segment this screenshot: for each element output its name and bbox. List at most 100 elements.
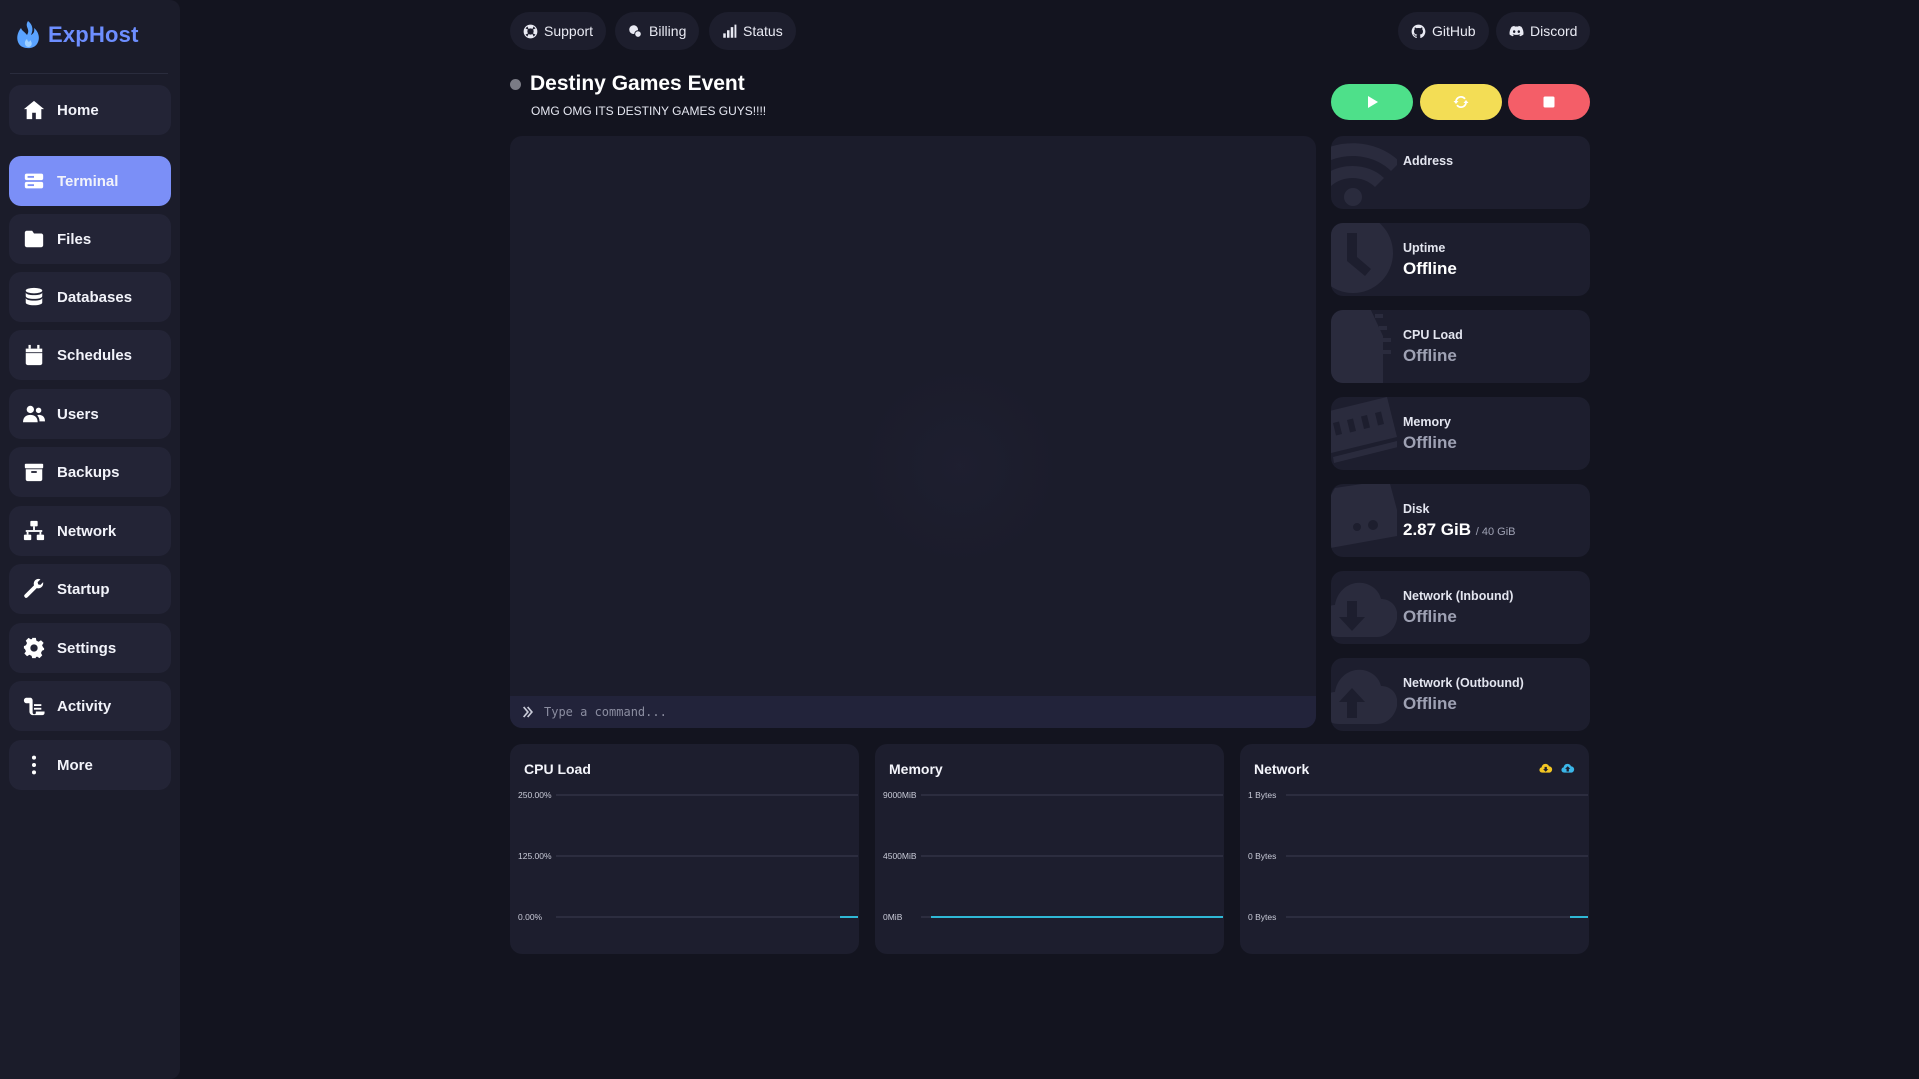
command-input[interactable] xyxy=(544,705,1264,719)
stat-value: Offline xyxy=(1403,433,1457,452)
stat-label: Uptime xyxy=(1403,241,1446,255)
sidebar-item-backups[interactable]: Backups xyxy=(9,447,171,497)
y-tick-label: 250.00% xyxy=(518,790,552,800)
stat-card-address: Address xyxy=(1331,136,1590,209)
start-button[interactable] xyxy=(1331,84,1413,120)
y-tick-label: 0.00% xyxy=(518,912,543,922)
server-name: Destiny Games Event xyxy=(530,72,745,95)
sidebar-item-activity[interactable]: Activity xyxy=(9,681,171,731)
memory-icon xyxy=(1331,397,1397,463)
stat-label: Address xyxy=(1403,154,1454,168)
console-watermark xyxy=(860,366,1060,566)
disk-limit: / 40 GiB xyxy=(1475,526,1516,538)
sidebar-item-terminal[interactable]: Terminal xyxy=(9,156,171,206)
cloud-upload-icon xyxy=(1561,763,1575,773)
sidebar-item-label: Activity xyxy=(57,697,112,715)
restart-button[interactable] xyxy=(1420,84,1502,120)
status-link[interactable]: Status xyxy=(709,12,796,50)
y-tick-label: 0 Bytes xyxy=(1248,851,1276,861)
clock-icon xyxy=(1331,223,1393,293)
chart-title: CPU Load xyxy=(524,761,591,777)
github-label: GitHub xyxy=(1432,23,1476,39)
github-link[interactable]: GitHub xyxy=(1398,12,1489,50)
discord-link[interactable]: Discord xyxy=(1496,12,1591,50)
console-input-bar xyxy=(510,696,1316,728)
y-tick-label: 9000MiB xyxy=(883,790,917,800)
sidebar: ExpHost Home Terminal Files Databases Sc… xyxy=(0,0,180,1079)
sidebar-item-label: Network xyxy=(57,522,117,540)
scroll-icon xyxy=(23,697,45,716)
lifebuoy-icon xyxy=(523,24,538,38)
stat-label: CPU Load xyxy=(1403,328,1463,342)
sidebar-item-more[interactable]: More xyxy=(9,740,171,790)
stat-card-uptime: Uptime Offline xyxy=(1331,223,1590,296)
sidebar-item-label: Terminal xyxy=(57,172,119,190)
stat-card-disk: Disk 2.87 GiB / 40 GiB xyxy=(1331,484,1590,557)
y-tick-label: 1 Bytes xyxy=(1248,790,1276,800)
sidebar-item-users[interactable]: Users xyxy=(9,389,171,439)
stop-icon xyxy=(1543,96,1555,108)
stat-value: Offline xyxy=(1403,346,1457,365)
cloud-download-icon xyxy=(1539,763,1553,773)
stat-label: Disk xyxy=(1403,502,1430,516)
play-icon xyxy=(1368,96,1378,108)
sidebar-item-label: More xyxy=(57,756,93,774)
signal-icon xyxy=(723,24,737,38)
support-link[interactable]: Support xyxy=(510,12,607,50)
chart-legend xyxy=(1539,761,1575,775)
status-label: Status xyxy=(743,23,783,39)
stop-button[interactable] xyxy=(1508,84,1590,120)
stat-label: Memory xyxy=(1403,415,1451,429)
terminal-icon xyxy=(24,173,44,189)
logo[interactable]: ExpHost xyxy=(14,18,139,52)
billing-link[interactable]: Billing xyxy=(615,12,700,50)
y-tick-label: 125.00% xyxy=(518,851,552,861)
discord-icon xyxy=(1509,25,1524,36)
sidebar-item-label: Schedules xyxy=(57,346,133,364)
sidebar-item-label: Files xyxy=(57,230,92,248)
sidebar-item-network[interactable]: Network xyxy=(9,506,171,556)
sidebar-item-label: Users xyxy=(57,405,99,423)
sidebar-item-home[interactable]: Home xyxy=(9,85,171,135)
more-vertical-icon xyxy=(31,755,37,775)
home-icon xyxy=(23,100,45,120)
sidebar-item-label: Home xyxy=(57,101,99,119)
sidebar-item-settings[interactable]: Settings xyxy=(9,623,171,673)
sidebar-item-label: Startup xyxy=(57,580,110,598)
database-icon xyxy=(25,287,43,306)
sidebar-item-label: Settings xyxy=(57,639,117,657)
chart-network: 1 Bytes 0 Bytes 0 Bytes Network xyxy=(1240,744,1589,954)
brand-name: ExpHost xyxy=(48,22,139,47)
flame-logo-icon xyxy=(17,21,39,49)
wrench-icon xyxy=(24,578,44,598)
folder-icon xyxy=(24,230,44,248)
stat-value: 2.87 GiB / 40 GiB xyxy=(1403,520,1516,540)
server-status-indicator xyxy=(510,79,521,90)
sidebar-item-label: Databases xyxy=(57,288,133,306)
wifi-icon xyxy=(1331,143,1397,206)
chart-memory: 9000MiB 4500MiB 0MiB Memory xyxy=(875,744,1224,954)
chart-title: Memory xyxy=(889,761,943,777)
stat-card-network-outbound: Network (Outbound) Offline xyxy=(1331,658,1590,731)
chart-title: Network xyxy=(1254,761,1310,777)
console-output[interactable] xyxy=(510,136,1316,728)
stat-card-memory: Memory Offline xyxy=(1331,397,1590,470)
calendar-icon xyxy=(25,344,43,366)
sidebar-item-files[interactable]: Files xyxy=(9,214,171,264)
server-description: OMG OMG ITS DESTINY GAMES GUYS!!!! xyxy=(531,104,767,118)
billing-label: Billing xyxy=(649,23,687,39)
sidebar-item-startup[interactable]: Startup xyxy=(9,564,171,614)
sidebar-item-databases[interactable]: Databases xyxy=(9,272,171,322)
stat-card-cpu: CPU Load Offline xyxy=(1331,310,1590,383)
sidebar-item-label: Backups xyxy=(57,463,120,481)
stat-value: Offline xyxy=(1403,259,1457,278)
discord-label: Discord xyxy=(1530,23,1578,39)
disk-used: 2.87 GiB xyxy=(1403,520,1472,539)
archive-icon xyxy=(24,463,44,482)
microchip-icon xyxy=(1331,310,1391,383)
stat-label: Network (Inbound) xyxy=(1403,589,1514,603)
support-label: Support xyxy=(544,23,594,39)
cloud-upload-icon xyxy=(1331,669,1397,724)
github-icon xyxy=(1411,24,1426,38)
sidebar-item-schedules[interactable]: Schedules xyxy=(9,330,171,380)
